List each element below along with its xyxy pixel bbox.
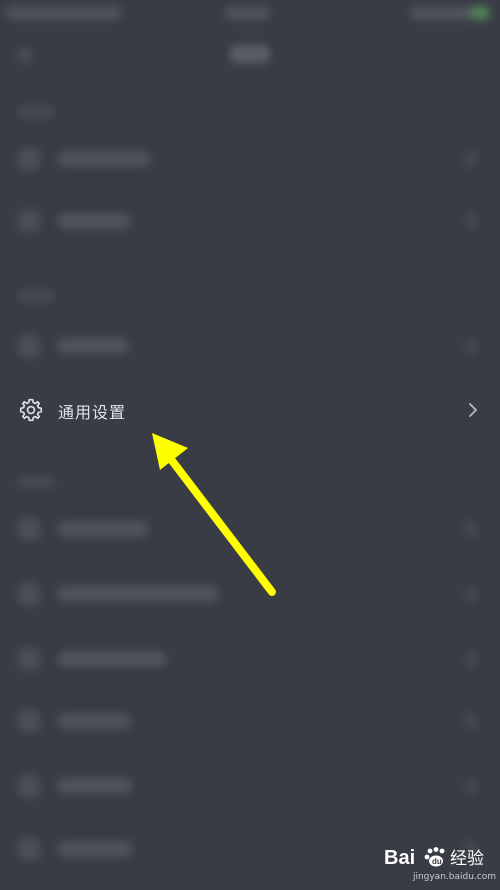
item-icon (18, 335, 40, 357)
list-item (0, 200, 500, 240)
chevron-right-icon (466, 713, 476, 729)
item-label (58, 213, 130, 229)
list-item (0, 138, 500, 178)
item-label (58, 338, 128, 354)
list-item (0, 638, 500, 678)
baidu-watermark: Bai du 经验 jingyan.baidu.com (384, 842, 496, 888)
section-header (18, 476, 54, 488)
chevron-right-icon (466, 778, 476, 794)
watermark-url: jingyan.baidu.com (412, 872, 496, 882)
chevron-right-icon (466, 521, 476, 537)
item-label (58, 778, 132, 794)
item-icon (18, 583, 40, 605)
annotation-arrow (152, 433, 276, 596)
page-title (230, 45, 270, 63)
item-icon (18, 518, 40, 540)
item-icon (18, 148, 40, 170)
chevron-right-icon (466, 151, 476, 167)
section-header (18, 106, 54, 118)
item-icon (18, 210, 40, 232)
status-bar-time (225, 6, 270, 20)
section-header (18, 290, 54, 302)
chevron-right-icon (466, 651, 476, 667)
gear-icon (19, 398, 43, 422)
item-icon (18, 775, 40, 797)
item-label (58, 841, 132, 857)
svg-text:Bai: Bai (384, 847, 415, 869)
chevron-right-icon (466, 213, 476, 229)
item-label (58, 586, 218, 602)
chevron-right-icon (466, 586, 476, 602)
chevron-right-icon (469, 403, 477, 417)
list-item (0, 700, 500, 740)
item-label (58, 521, 148, 537)
svg-text:du: du (432, 857, 442, 866)
baidu-logo: Bai du 经验 (384, 847, 484, 869)
list-item (0, 325, 500, 365)
status-bar-left (6, 6, 121, 20)
svg-text:经验: 经验 (450, 849, 484, 869)
item-label (58, 651, 166, 667)
list-item (0, 765, 500, 805)
item-icon (18, 710, 40, 732)
item-icon (18, 838, 40, 860)
list-item (0, 508, 500, 548)
general-settings-label: 通用设置 (58, 403, 127, 422)
item-label (58, 151, 150, 167)
item-label (58, 713, 130, 729)
chevron-right-icon (466, 338, 476, 354)
list-item (0, 573, 500, 613)
status-bar (0, 0, 500, 30)
battery-icon (470, 6, 490, 20)
general-settings-item[interactable]: 通用设置 (0, 388, 500, 432)
item-icon (18, 648, 40, 670)
back-icon (18, 48, 32, 62)
